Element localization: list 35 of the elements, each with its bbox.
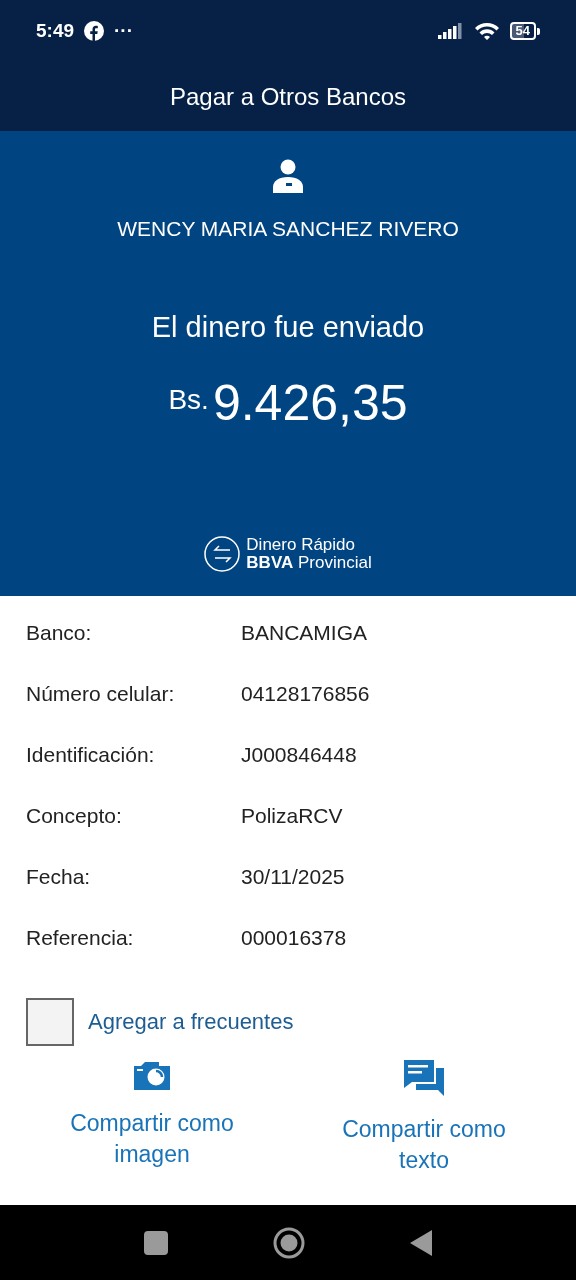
person-icon: [272, 159, 304, 193]
back-icon[interactable]: [410, 1229, 432, 1256]
share-button[interactable]: Compartir como texto: [319, 1114, 529, 1176]
chat-icon: [404, 1060, 444, 1096]
detail-label: Número celular:: [26, 681, 176, 706]
home-icon[interactable]: [273, 1226, 305, 1259]
checkbox-label[interactable]: Agregar a frecuentes: [88, 1009, 294, 1035]
checkbox[interactable]: [26, 998, 74, 1046]
bank-name: BBVA Provincial: [246, 554, 372, 572]
detail-value: BANCAMIGA: [241, 620, 368, 645]
detail-label: Identificación:: [26, 742, 156, 767]
signal-icon: [437, 23, 464, 39]
time: 5:49: [36, 20, 75, 42]
recents-icon[interactable]: [144, 1230, 168, 1255]
recipient-name: WENCY MARIA SANCHEZ RIVERO: [117, 217, 459, 241]
camera-icon: [134, 1060, 170, 1090]
detail-value: PolizaRCV: [241, 803, 343, 828]
detail-label: Concepto:: [26, 803, 123, 828]
screen-title: Pagar a Otros Bancos: [169, 82, 407, 111]
facebook-icon: [84, 21, 105, 41]
wifi-icon: [473, 21, 500, 41]
detail-value: 04128176856: [241, 681, 370, 706]
detail-value: J000846448: [241, 742, 357, 767]
brand-name: Dinero Rápido: [246, 536, 356, 554]
detail-label: Fecha:: [26, 864, 92, 889]
success-message: El dinero fue enviado: [151, 311, 425, 344]
detail-label: Referencia:: [26, 925, 135, 950]
detail-label: Banco:: [26, 620, 93, 645]
amount: 9.426,35: [212, 374, 408, 432]
transfer-logo-icon: [204, 536, 241, 572]
share-button[interactable]: Compartir como imagen: [47, 1108, 257, 1170]
detail-value: 30/11/2025: [241, 864, 345, 889]
more-icon: ···: [114, 20, 133, 42]
currency-symbol: Bs.: [168, 384, 209, 416]
detail-value: 000016378: [241, 925, 347, 950]
